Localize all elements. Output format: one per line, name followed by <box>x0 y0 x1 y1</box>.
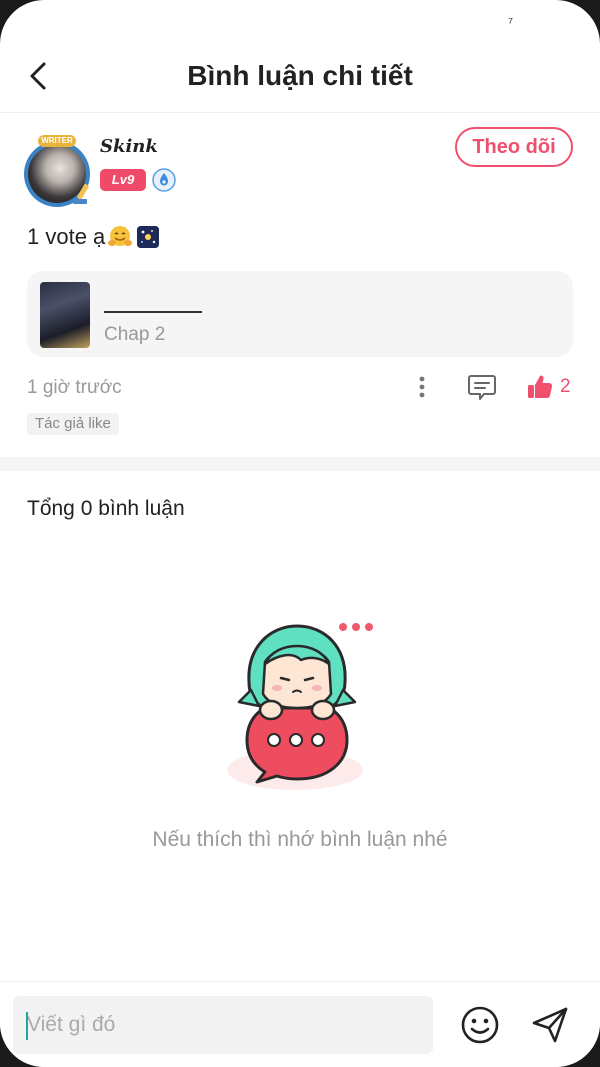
rank-medal-icon <box>152 168 176 192</box>
comment-text-body: 1 vote ạ <box>27 224 106 249</box>
avatar[interactable]: WRITER <box>22 135 92 215</box>
chapter-label: Chap 2 <box>104 324 166 345</box>
text-caret <box>26 1012 28 1040</box>
page-title: Bình luận chi tiết <box>187 60 413 91</box>
hugging-face-emoji-icon <box>108 226 133 246</box>
comment-composer <box>0 981 600 1067</box>
avatar-frame-badge: WRITER <box>38 135 76 147</box>
emoji-picker-icon[interactable] <box>459 1004 501 1046</box>
pen-icon <box>73 183 89 204</box>
username[interactable]: Skink <box>100 136 158 157</box>
empty-comments-message: Nếu thích thì nhớ bình luận nhé <box>152 828 448 851</box>
more-options-icon[interactable] <box>410 372 434 402</box>
comment-text: 1 vote ạ <box>27 224 160 250</box>
night-sky-emoji-icon <box>137 226 160 248</box>
comment-count-title: Tổng 0 bình luận <box>27 497 185 520</box>
reply-comment-icon[interactable] <box>466 372 498 402</box>
header-divider <box>0 112 600 113</box>
top-bar: Bình luận chi tiết <box>0 44 600 112</box>
empty-comments-mascot-icon <box>227 623 373 790</box>
screen: ⁷ Bình luận chi tiết WRITER Skink Lv9 Th… <box>0 0 600 1067</box>
chapter-card[interactable]: Chap 2 <box>27 271 573 357</box>
like-button[interactable]: 2 <box>526 372 576 402</box>
status-indicator: ⁷ <box>508 14 514 30</box>
chapter-title-redacted <box>104 311 202 313</box>
follow-button[interactable]: Theo dõi <box>455 127 573 167</box>
send-icon[interactable] <box>528 1004 572 1046</box>
comment-timestamp: 1 giờ trước <box>27 377 122 398</box>
like-count: 2 <box>560 376 571 397</box>
author-liked-tag: Tác giả like <box>27 413 119 435</box>
section-divider <box>0 457 600 471</box>
level-badge: Lv9 <box>100 169 146 191</box>
comment-input[interactable] <box>13 996 433 1054</box>
thumbs-up-icon <box>528 375 553 399</box>
chapter-thumbnail <box>40 282 90 348</box>
